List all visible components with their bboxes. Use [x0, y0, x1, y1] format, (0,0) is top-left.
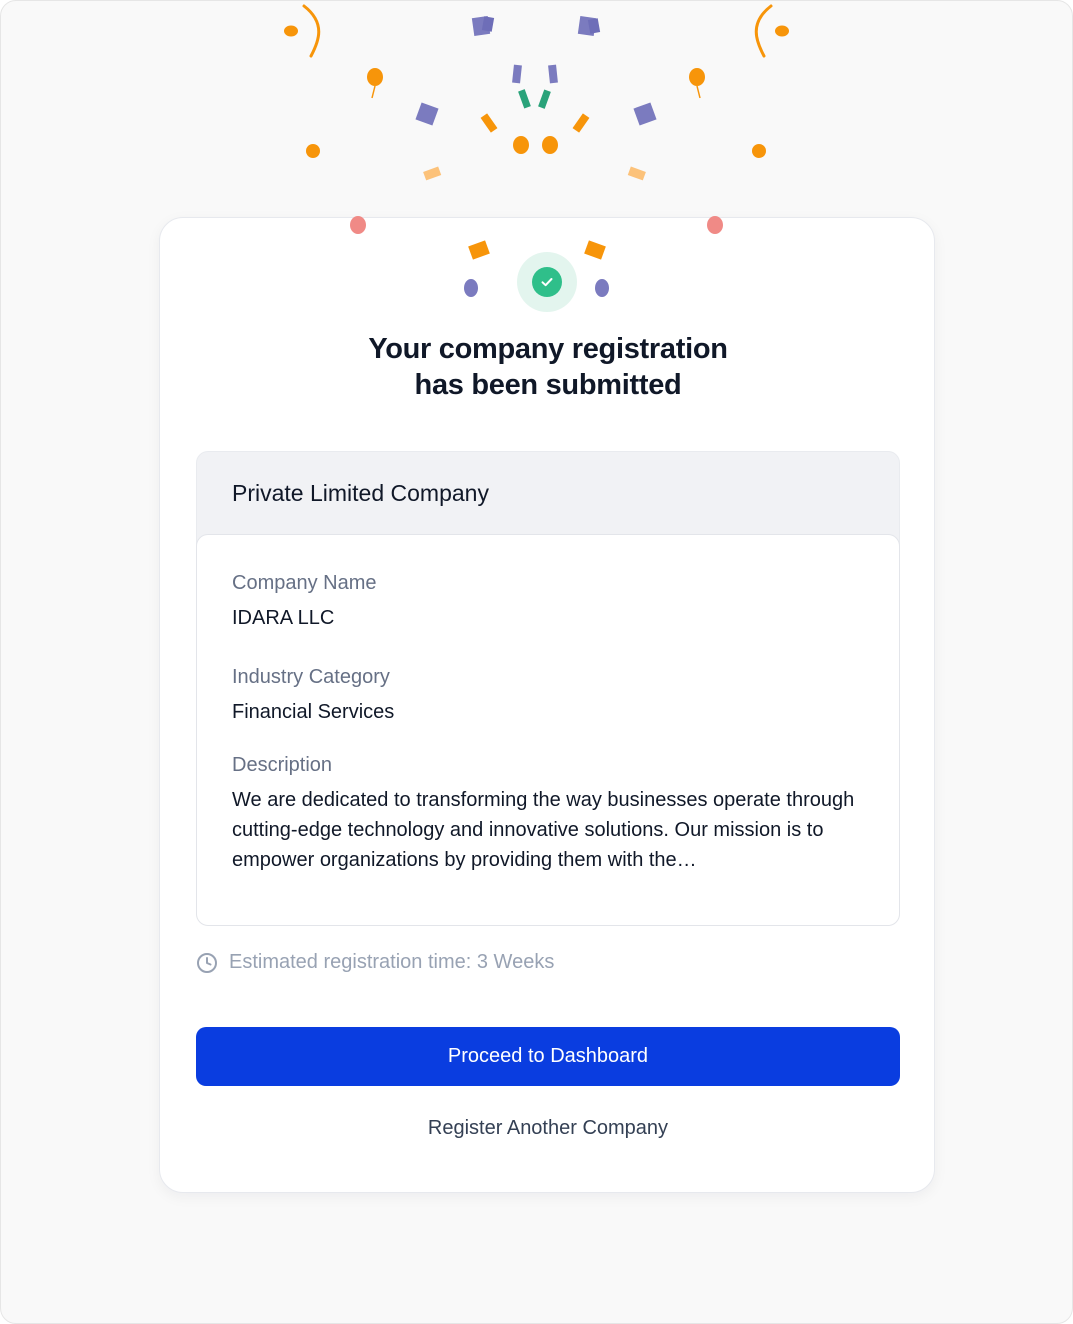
industry-category-field: Industry Category Financial Services — [232, 663, 864, 727]
title-line-2: has been submitted — [414, 369, 682, 401]
description-field: Description We are dedicated to transfor… — [232, 751, 864, 875]
industry-category-label: Industry Category — [232, 666, 390, 688]
register-another-company-button[interactable]: Register Another Company — [196, 1108, 900, 1148]
estimated-time-text: Estimated registration time: 3 Weeks — [229, 951, 555, 973]
description-label: Description — [232, 754, 333, 776]
page-title: Your company registration has been submi… — [160, 331, 936, 403]
clock-icon — [196, 952, 218, 974]
company-name-label: Company Name — [232, 572, 377, 594]
success-badge — [517, 252, 577, 312]
registration-summary: Private Limited Company Company Name IDA… — [196, 451, 900, 926]
check-circle-icon — [532, 267, 562, 297]
company-type-heading: Private Limited Company — [232, 479, 489, 506]
company-name-field: Company Name IDARA LLC — [232, 569, 864, 633]
title-line-1: Your company registration — [368, 333, 728, 365]
proceed-to-dashboard-button[interactable]: Proceed to Dashboard — [196, 1027, 900, 1086]
page-background: Your company registration has been submi… — [0, 0, 1073, 1324]
industry-category-value: Financial Services — [232, 701, 395, 723]
confirmation-card: Your company registration has been submi… — [159, 216, 936, 1193]
company-name-value: IDARA LLC — [232, 607, 335, 629]
description-value: We are dedicated to transforming the way… — [232, 789, 855, 871]
registration-details: Company Name IDARA LLC Industry Category… — [196, 534, 900, 926]
estimated-time: Estimated registration time: 3 Weeks — [196, 951, 554, 974]
